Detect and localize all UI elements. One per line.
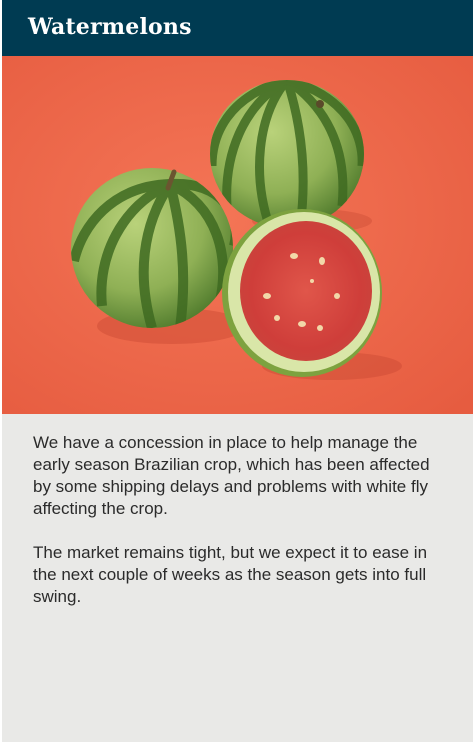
card-title: Watermelons — [28, 14, 192, 40]
card-body: We have a concession in place to help ma… — [33, 432, 443, 630]
back-watermelon — [210, 80, 364, 228]
watermelon-photo — [2, 56, 473, 414]
paragraph-market: The market remains tight, but we expect … — [33, 543, 428, 606]
card-header: Watermelons — [2, 0, 473, 56]
cut-watermelon-half — [222, 209, 382, 377]
paragraph-concession: We have a concession in place to help ma… — [33, 433, 430, 518]
watermelons-card: Watermelons We have a concession in plac… — [2, 0, 473, 742]
